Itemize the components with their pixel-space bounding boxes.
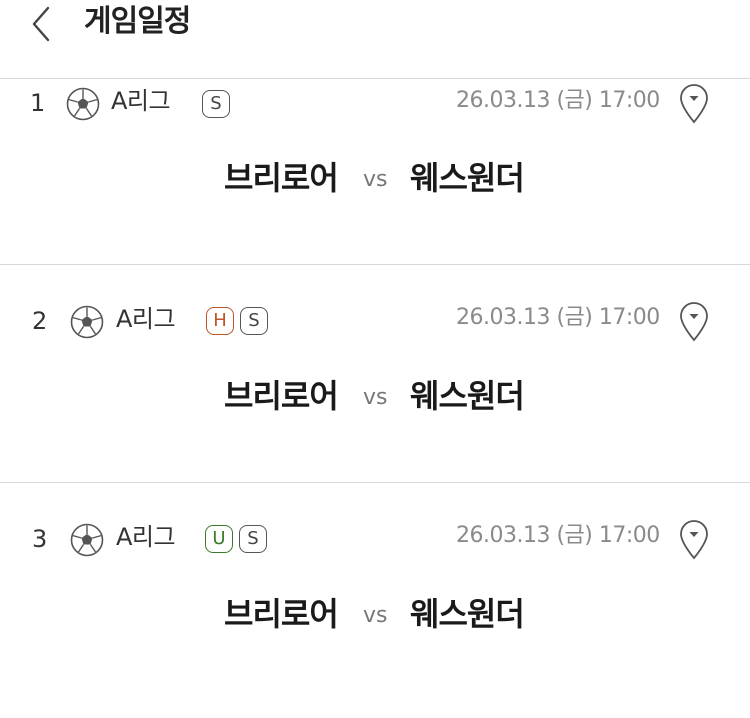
game-list-item[interactable]: 3 A리그 U S 26.03.13 (금) 17:00 브리로어 vs 웨스원… bbox=[0, 518, 750, 718]
soccer-ball-icon bbox=[70, 523, 104, 557]
game-datetime: 26.03.13 (금) 17:00 bbox=[456, 88, 660, 113]
badge-s: S bbox=[239, 525, 267, 553]
vs-label: vs bbox=[363, 167, 388, 192]
soccer-ball-icon bbox=[66, 87, 100, 121]
chevron-left-icon[interactable] bbox=[26, 2, 62, 44]
vs-label: vs bbox=[363, 603, 388, 628]
home-team: 브리로어 bbox=[224, 595, 339, 633]
game-number: 3 bbox=[32, 525, 48, 553]
page-title: 게임일정 bbox=[84, 4, 191, 39]
away-team: 웨스원더 bbox=[410, 595, 525, 633]
game-number: 2 bbox=[32, 307, 48, 335]
game-datetime: 26.03.13 (금) 17:00 bbox=[456, 305, 660, 330]
divider bbox=[0, 264, 750, 265]
badge-u: U bbox=[205, 525, 233, 553]
badge-s: S bbox=[240, 307, 268, 335]
game-datetime: 26.03.13 (금) 17:00 bbox=[456, 523, 660, 548]
map-pin-icon[interactable] bbox=[678, 82, 710, 124]
page-header: 게임일정 bbox=[0, 0, 750, 78]
league-name: A리그 bbox=[116, 523, 176, 551]
soccer-ball-icon bbox=[70, 305, 104, 339]
badge-h: H bbox=[206, 307, 234, 335]
league-name: A리그 bbox=[116, 305, 176, 333]
league-name: A리그 bbox=[111, 87, 171, 115]
game-list-item[interactable]: 1 A리그 S 26.03.13 (금) 17:00 브리로어 vs 웨스원더 bbox=[0, 80, 750, 280]
divider bbox=[0, 482, 750, 483]
home-team: 브리로어 bbox=[224, 159, 339, 197]
badge-s: S bbox=[202, 90, 230, 118]
home-team: 브리로어 bbox=[224, 377, 339, 415]
game-list-item[interactable]: 2 A리그 H S 26.03.13 (금) 17:00 브리로어 vs 웨스원… bbox=[0, 300, 750, 500]
divider bbox=[0, 78, 750, 79]
map-pin-icon[interactable] bbox=[678, 518, 710, 560]
map-pin-icon[interactable] bbox=[678, 300, 710, 342]
game-number: 1 bbox=[30, 89, 46, 117]
away-team: 웨스원더 bbox=[410, 377, 525, 415]
away-team: 웨스원더 bbox=[410, 159, 525, 197]
back-button[interactable] bbox=[26, 2, 62, 44]
vs-label: vs bbox=[363, 385, 388, 410]
